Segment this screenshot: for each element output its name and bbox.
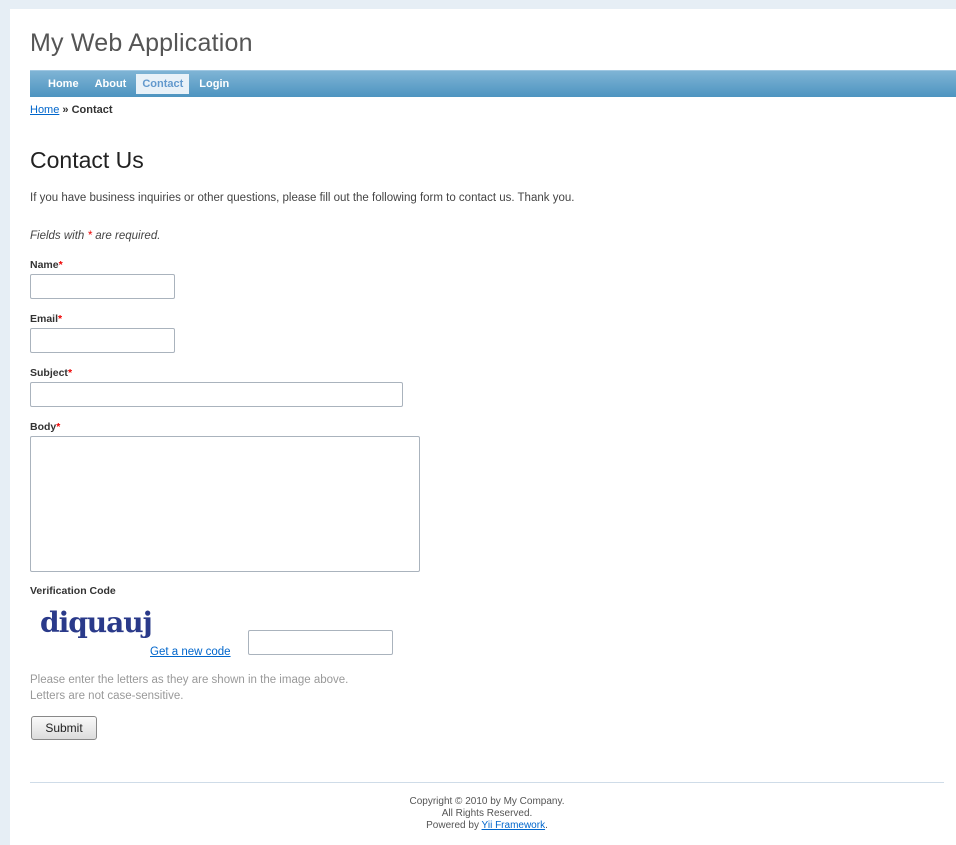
menu-item-home: Home <box>42 74 85 94</box>
footer: Copyright © 2010 by My Company. All Righ… <box>30 796 944 832</box>
rights-text: All Rights Reserved. <box>441 808 533 819</box>
email-label: Email* <box>30 313 62 325</box>
breadcrumb-separator: » <box>59 104 72 116</box>
captcha-hint-line2: Letters are not case-sensitive. <box>30 690 184 702</box>
intro-text: If you have business inquiries or other … <box>30 192 575 204</box>
name-label: Name* <box>30 259 63 271</box>
menu-link-home[interactable]: Home <box>42 74 85 94</box>
email-required-mark: * <box>58 313 63 325</box>
menu-item-login: Login <box>193 74 235 94</box>
breadcrumb-home-link[interactable]: Home <box>30 104 59 116</box>
powered-by-text: Powered by Yii Framework. <box>30 820 944 832</box>
menu-link-about[interactable]: About <box>89 74 133 94</box>
body-textarea[interactable] <box>30 436 420 572</box>
page-title: Contact Us <box>30 147 144 173</box>
submit-button[interactable]: Submit <box>31 716 97 740</box>
copyright-text: Copyright © 2010 by My Company. <box>409 796 565 807</box>
verification-label: Verification Code <box>30 585 116 597</box>
yii-framework-link[interactable]: Yii Framework <box>482 820 546 831</box>
footer-divider <box>30 782 944 783</box>
window-left-border <box>0 9 10 845</box>
subject-label-text: Subject <box>30 367 68 379</box>
captcha-hint-line1: Please enter the letters as they are sho… <box>30 674 349 686</box>
breadcrumb-current: Contact <box>71 104 113 116</box>
menu-link-login[interactable]: Login <box>193 74 235 94</box>
name-label-text: Name <box>30 259 59 271</box>
page-container: My Web Application Home About Contact Lo… <box>10 9 956 845</box>
subject-required-mark: * <box>67 367 73 379</box>
menu-item-about: About <box>89 74 133 94</box>
menu-item-contact: Contact <box>136 74 190 94</box>
main-menu: Home About Contact Login <box>30 70 956 97</box>
body-label-text: Body <box>30 421 57 433</box>
captcha-hint: Please enter the letters as they are sho… <box>30 672 348 704</box>
required-note-suffix: are required. <box>92 230 161 242</box>
verify-code-input[interactable] <box>248 630 393 655</box>
email-label-text: Email <box>30 313 59 325</box>
body-required-mark: * <box>56 421 61 433</box>
breadcrumb: Home » Contact <box>30 104 113 116</box>
app-title: My Web Application <box>30 29 253 57</box>
window-top-border <box>0 0 956 9</box>
name-required-mark: * <box>58 259 63 271</box>
subject-input[interactable] <box>30 382 403 407</box>
captcha-image: diquauj <box>40 606 153 639</box>
menu-link-contact[interactable]: Contact <box>136 74 190 94</box>
body-label: Body* <box>30 421 60 433</box>
powered-by-prefix: Powered by <box>426 820 482 831</box>
get-new-code-link[interactable]: Get a new code <box>150 646 231 658</box>
powered-by-suffix: . <box>545 820 548 831</box>
subject-label: Subject* <box>30 367 72 379</box>
required-note: Fields with * are required. <box>30 230 160 242</box>
name-input[interactable] <box>30 274 175 299</box>
required-note-prefix: Fields with <box>30 230 88 242</box>
email-input[interactable] <box>30 328 175 353</box>
